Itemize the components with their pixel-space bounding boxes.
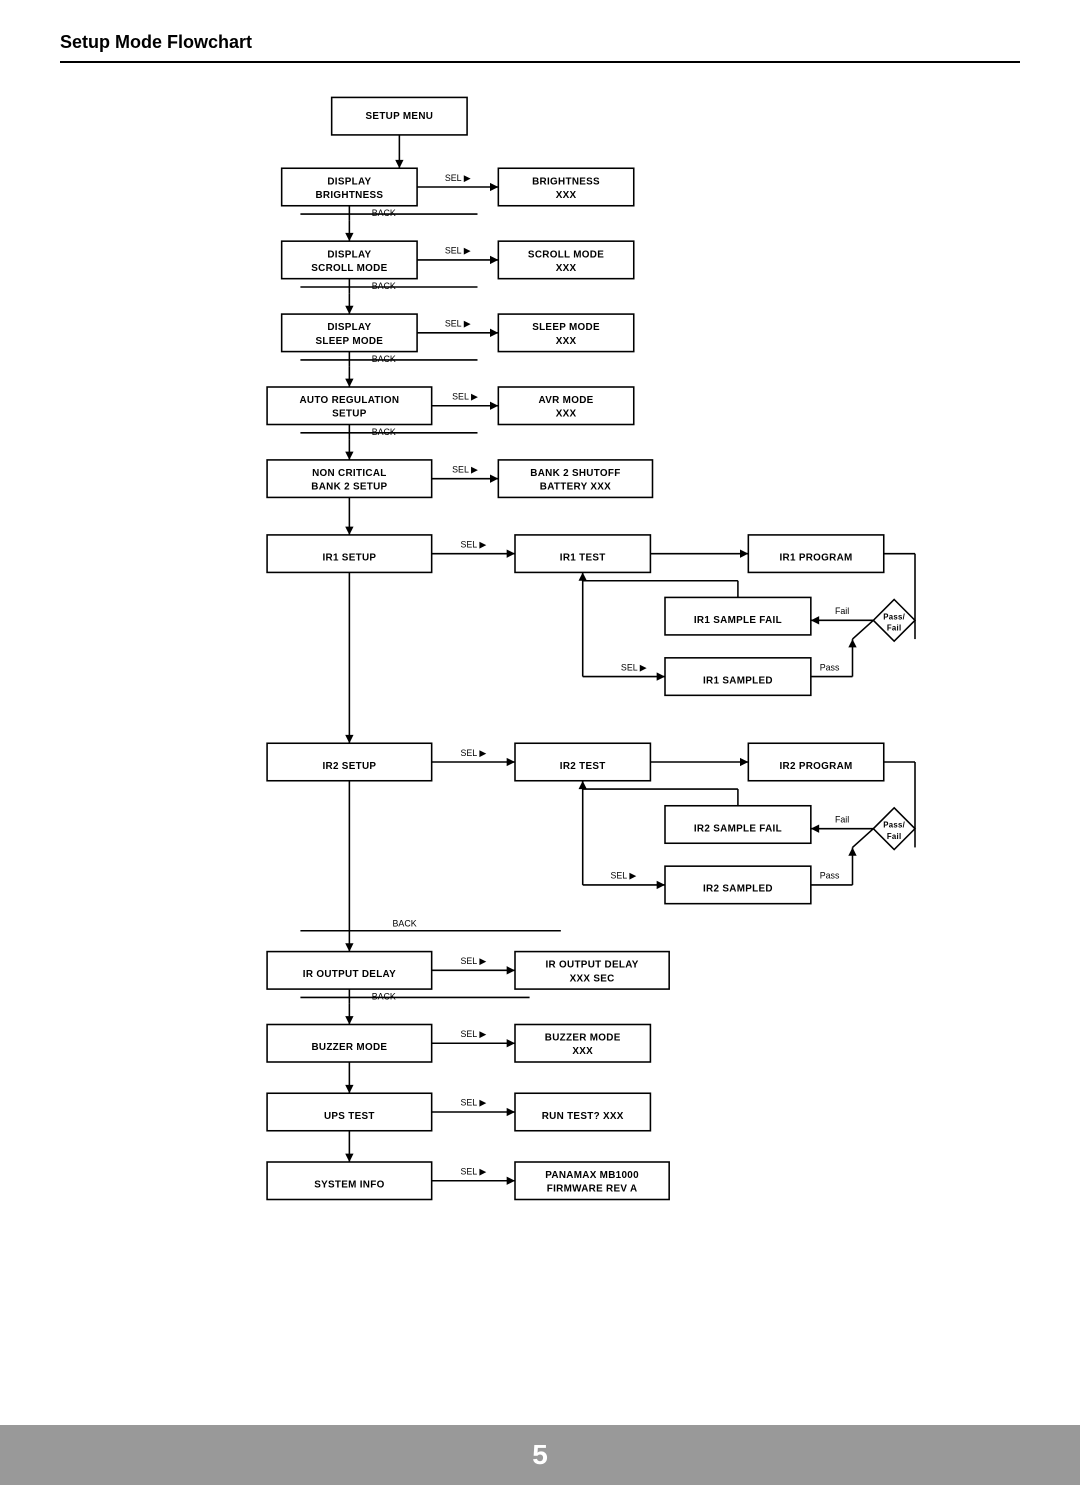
svg-text:XXX: XXX	[556, 263, 577, 274]
sel-label-4: SEL ▶	[452, 392, 478, 402]
setup-menu-label: SETUP MENU	[366, 111, 434, 122]
ir1-sampled-label: IR1 SAMPLED	[703, 675, 773, 686]
flowchart-area: SETUP MENU DISPLAY BRIGHTNESS SEL ▶ BRIG…	[0, 63, 1080, 1425]
svg-text:SCROLL MODE: SCROLL MODE	[311, 263, 387, 274]
svg-text:FIRMWARE REV A: FIRMWARE REV A	[547, 1184, 638, 1195]
pass-label-ir1: Pass	[820, 662, 840, 672]
sel-label-9: SEL ▶	[461, 1167, 487, 1177]
back-label-3: BACK	[372, 354, 396, 364]
ir2-sample-fail-label: IR2 SAMPLE FAIL	[694, 823, 782, 834]
auto-regulation-label: AUTO REGULATION	[299, 395, 399, 406]
ups-test-label: UPS TEST	[324, 1111, 375, 1122]
svg-text:SETUP: SETUP	[332, 409, 367, 420]
sleep-mode-xxx-label: SLEEP MODE	[532, 322, 600, 333]
display-brightness-label: DISPLAY	[327, 176, 371, 187]
fail-label-ir2: Fail	[835, 814, 849, 824]
back-label-5: BACK	[393, 919, 417, 929]
svg-text:XXX: XXX	[556, 409, 577, 420]
non-critical-label: NON CRITICAL	[312, 468, 387, 479]
sel-label-8: SEL ▶	[461, 1098, 487, 1108]
back-label-1: BACK	[372, 208, 396, 218]
buzzer-mode-label: BUZZER MODE	[311, 1042, 387, 1053]
svg-text:Fail: Fail	[887, 624, 902, 633]
ir2-setup-label: IR2 SETUP	[322, 761, 376, 772]
sel-label-ir1-sampled: SEL ▶	[621, 662, 647, 672]
sel-label-6: SEL ▶	[461, 956, 487, 966]
pass-fail-diamond-ir1: Pass/	[883, 612, 905, 621]
back-label-2: BACK	[372, 281, 396, 291]
page-container: Setup Mode Flowchart SETUP MENU DISPLAY …	[0, 0, 1080, 1485]
ir-output-delay-label: IR OUTPUT DELAY	[303, 969, 396, 980]
brightness-xxx-label: BRIGHTNESS	[532, 176, 600, 187]
display-scroll-label: DISPLAY	[327, 249, 371, 260]
sel-label-ir1: SEL ▶	[461, 539, 487, 549]
page-number: 5	[532, 1439, 548, 1471]
pass-label-ir2: Pass	[820, 871, 840, 881]
svg-text:XXX: XXX	[572, 1046, 593, 1057]
back-label-4: BACK	[372, 427, 396, 437]
svg-text:SLEEP MODE: SLEEP MODE	[316, 336, 384, 347]
ir1-program-label: IR1 PROGRAM	[779, 552, 852, 563]
sel-label-ir2-sampled: SEL ▶	[611, 871, 637, 881]
pass-fail-diamond-ir2: Pass/	[883, 821, 905, 830]
avr-mode-xxx-label: AVR MODE	[539, 395, 594, 406]
ir2-sampled-label: IR2 SAMPLED	[703, 884, 773, 895]
ir2-test-label: IR2 TEST	[560, 761, 606, 772]
sel-label-7: SEL ▶	[461, 1029, 487, 1039]
ir-output-delay-xxx-label: IR OUTPUT DELAY	[545, 960, 638, 971]
svg-text:XXX SEC: XXX SEC	[570, 973, 615, 984]
sel-label-2: SEL ▶	[445, 246, 471, 256]
ir1-sample-fail-label: IR1 SAMPLE FAIL	[694, 615, 782, 626]
display-sleep-label: DISPLAY	[327, 322, 371, 333]
svg-text:Fail: Fail	[887, 832, 902, 841]
svg-text:BATTERY XXX: BATTERY XXX	[540, 482, 611, 493]
system-info-label: SYSTEM INFO	[314, 1180, 384, 1191]
page-footer: 5	[0, 1425, 1080, 1485]
fail-label-ir1: Fail	[835, 606, 849, 616]
sel-label-3: SEL ▶	[445, 319, 471, 329]
flowchart-svg: SETUP MENU DISPLAY BRIGHTNESS SEL ▶ BRIG…	[40, 87, 1040, 1400]
scroll-mode-xxx-label: SCROLL MODE	[528, 249, 604, 260]
ir2-program-label: IR2 PROGRAM	[779, 761, 852, 772]
bank2-shutoff-label: BANK 2 SHUTOFF	[530, 468, 620, 479]
sel-label-1: SEL ▶	[445, 173, 471, 183]
buzzer-mode-xxx-label: BUZZER MODE	[545, 1033, 621, 1044]
svg-text:BRIGHTNESS: BRIGHTNESS	[315, 190, 383, 201]
panamax-mb1000-label: PANAMAX MB1000	[545, 1170, 639, 1181]
page-title: Setup Mode Flowchart	[60, 32, 1020, 53]
svg-text:XXX: XXX	[556, 336, 577, 347]
page-header: Setup Mode Flowchart	[0, 0, 1080, 63]
ir1-test-label: IR1 TEST	[560, 552, 606, 563]
svg-text:BANK 2 SETUP: BANK 2 SETUP	[311, 482, 387, 493]
run-test-xxx-label: RUN TEST? XXX	[542, 1111, 624, 1122]
sel-label-ir2: SEL ▶	[461, 748, 487, 758]
sel-label-5: SEL ▶	[452, 464, 478, 474]
back-label-6: BACK	[372, 991, 396, 1001]
ir1-setup-label: IR1 SETUP	[322, 552, 376, 563]
svg-text:XXX: XXX	[556, 190, 577, 201]
